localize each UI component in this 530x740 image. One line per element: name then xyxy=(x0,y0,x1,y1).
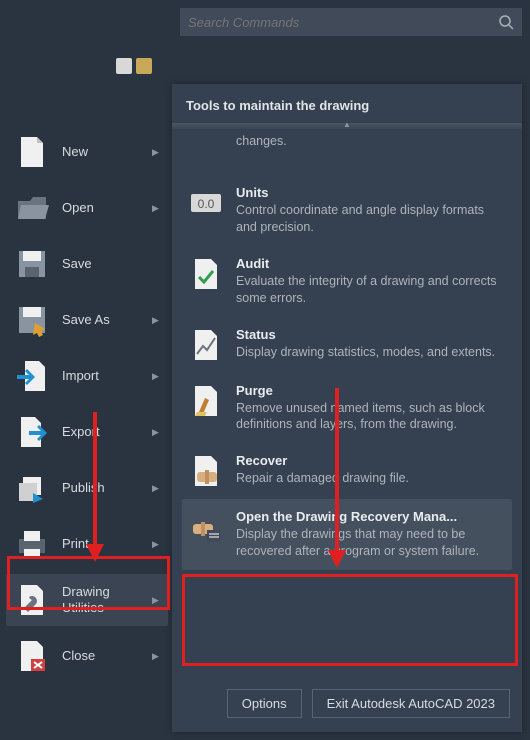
sidebar-item-label: Print xyxy=(62,536,152,552)
print-icon xyxy=(12,524,52,564)
status-icon xyxy=(188,327,224,363)
tools-panel: Tools to maintain the drawing changes. 0… xyxy=(172,84,522,732)
recovery-manager-icon xyxy=(188,509,224,545)
tool-desc: Repair a damaged drawing file. xyxy=(236,470,506,487)
sidebar-item-label: Save As xyxy=(62,312,152,328)
sidebar-item-label: Import xyxy=(62,368,152,384)
sidebar-item-publish[interactable]: Publish ▶ xyxy=(6,462,168,514)
sidebar-item-export[interactable]: Export ▶ xyxy=(6,406,168,458)
purge-icon xyxy=(188,383,224,419)
tools-list: changes. 0.0 Units Control coordinate an… xyxy=(172,129,522,675)
publish-icon xyxy=(12,468,52,508)
tool-item-status[interactable]: Status Display drawing statistics, modes… xyxy=(182,317,512,373)
new-icon xyxy=(12,132,52,172)
recent-icon-2[interactable] xyxy=(136,58,152,74)
chevron-right-icon: ▶ xyxy=(152,147,162,158)
search-bar[interactable] xyxy=(180,8,522,36)
chevron-right-icon: ▶ xyxy=(152,539,162,550)
tool-desc: changes. xyxy=(236,133,506,150)
audit-icon xyxy=(188,256,224,292)
recover-icon xyxy=(188,453,224,489)
sidebar-item-new[interactable]: New ▶ xyxy=(6,126,168,178)
exit-button[interactable]: Exit Autodesk AutoCAD 2023 xyxy=(312,689,510,718)
chevron-right-icon: ▶ xyxy=(152,651,162,662)
sidebar: New ▶ Open ▶ Save Save As xyxy=(0,36,172,740)
sidebar-item-label: New xyxy=(62,144,152,160)
sidebar-item-label: Drawing Utilities xyxy=(62,584,152,615)
tool-title: Recover xyxy=(236,453,506,468)
chevron-right-icon: ▶ xyxy=(152,427,162,438)
tool-desc: Evaluate the integrity of a drawing and … xyxy=(236,273,506,307)
import-icon xyxy=(12,356,52,396)
tool-item-units[interactable]: 0.0 Units Control coordinate and angle d… xyxy=(182,175,512,246)
sidebar-item-import[interactable]: Import ▶ xyxy=(6,350,168,402)
tool-title: Purge xyxy=(236,383,506,398)
chevron-right-icon: ▶ xyxy=(152,595,162,606)
tool-desc: Remove unused named items, such as block… xyxy=(236,400,506,434)
options-button[interactable]: Options xyxy=(227,689,302,718)
sidebar-item-open[interactable]: Open ▶ xyxy=(6,182,168,234)
search-icon xyxy=(498,14,514,30)
tool-item-audit[interactable]: Audit Evaluate the integrity of a drawin… xyxy=(182,246,512,317)
save-icon xyxy=(12,244,52,284)
search-input[interactable] xyxy=(188,15,498,30)
panel-title: Tools to maintain the drawing xyxy=(172,84,522,123)
sidebar-item-label: Save xyxy=(62,256,162,272)
svg-text:0.0: 0.0 xyxy=(198,197,215,211)
chevron-right-icon: ▶ xyxy=(152,371,162,382)
tool-desc: Display drawing statistics, modes, and e… xyxy=(236,344,506,361)
tool-title: Audit xyxy=(236,256,506,271)
tool-title: Units xyxy=(236,185,506,200)
tool-item-purge[interactable]: Purge Remove unused named items, such as… xyxy=(182,373,512,444)
sidebar-item-print[interactable]: Print ▶ xyxy=(6,518,168,570)
tool-desc: Display the drawings that may need to be… xyxy=(236,526,506,560)
tool-title: Open the Drawing Recovery Mana... xyxy=(236,509,506,524)
panel-footer: Options Exit Autodesk AutoCAD 2023 xyxy=(172,675,522,732)
sidebar-item-save[interactable]: Save xyxy=(6,238,168,290)
units-icon: 0.0 xyxy=(188,185,224,221)
chevron-right-icon: ▶ xyxy=(152,203,162,214)
tool-item-prev-fragment[interactable]: changes. xyxy=(182,129,512,175)
sidebar-item-label: Open xyxy=(62,200,152,216)
sidebar-item-label: Export xyxy=(62,424,152,440)
scroll-up-handle[interactable] xyxy=(172,123,522,129)
chevron-right-icon: ▶ xyxy=(152,315,162,326)
recent-docs-icons xyxy=(116,58,152,74)
tool-desc: Control coordinate and angle display for… xyxy=(236,202,506,236)
wrench-icon xyxy=(12,580,52,620)
chevron-right-icon: ▶ xyxy=(152,483,162,494)
tool-item-recover[interactable]: Recover Repair a damaged drawing file. xyxy=(182,443,512,499)
export-icon xyxy=(12,412,52,452)
recent-icon-1[interactable] xyxy=(116,58,132,74)
tool-title: Status xyxy=(236,327,506,342)
sidebar-item-label: Close xyxy=(62,648,152,664)
saveas-icon xyxy=(12,300,52,340)
close-icon xyxy=(12,636,52,676)
sidebar-item-label: Publish xyxy=(62,480,152,496)
sidebar-item-close[interactable]: Close ▶ xyxy=(6,630,168,682)
tool-item-recovery-manager[interactable]: Open the Drawing Recovery Mana... Displa… xyxy=(182,499,512,570)
open-icon xyxy=(12,188,52,228)
sidebar-item-drawing-utilities[interactable]: Drawing Utilities ▶ xyxy=(6,574,168,626)
sidebar-item-saveas[interactable]: Save As ▶ xyxy=(6,294,168,346)
